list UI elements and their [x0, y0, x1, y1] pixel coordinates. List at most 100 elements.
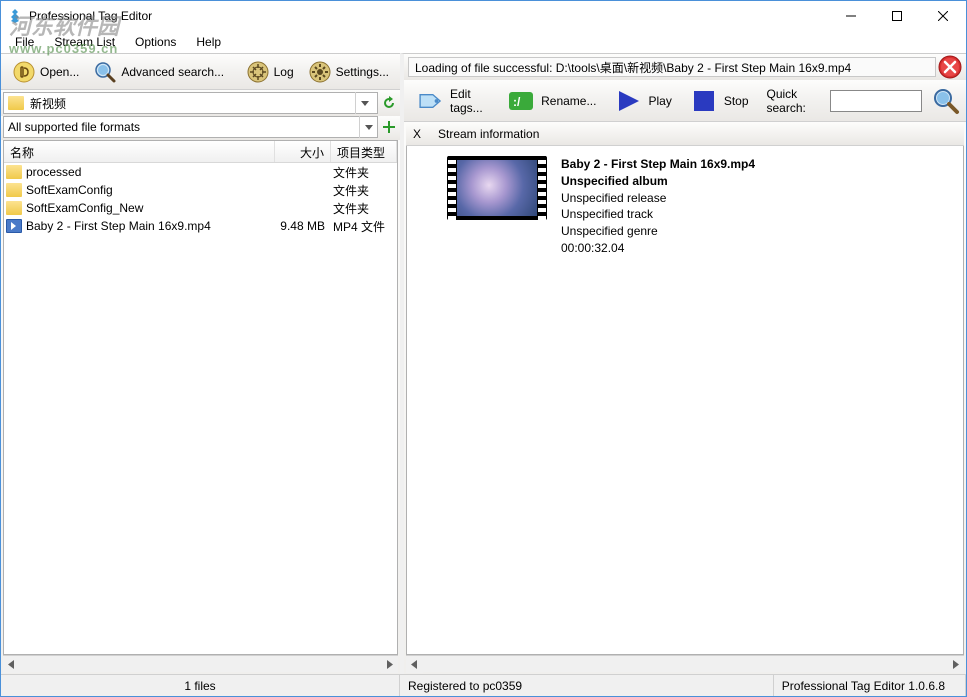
list-item[interactable]: Baby 2 - First Step Main 16x9.mp49.48 MB…	[4, 217, 397, 235]
filter-dropdown[interactable]: All supported file formats	[3, 116, 378, 138]
media-thumbnail	[447, 156, 547, 220]
horizontal-scrollbar[interactable]	[3, 655, 398, 672]
right-panel: Loading of file successful: D:\tools\桌面\…	[400, 53, 966, 674]
maximize-button[interactable]	[874, 1, 920, 31]
open-label: Open...	[40, 65, 79, 79]
stream-title: Stream information	[428, 127, 539, 141]
settings-icon	[308, 60, 332, 84]
folder-icon	[6, 165, 22, 179]
menu-help[interactable]: Help	[188, 33, 229, 51]
menu-options[interactable]: Options	[127, 33, 184, 51]
horizontal-scrollbar-right[interactable]	[406, 655, 964, 672]
folder-icon	[6, 201, 22, 215]
file-type: 文件夹	[329, 164, 395, 181]
status-file-count: 1 files	[1, 675, 400, 696]
open-button[interactable]: Open...	[6, 57, 85, 87]
path-row: 新视频	[1, 90, 400, 116]
rename-button[interactable]: :/ Rename...	[499, 84, 604, 118]
log-label: Log	[274, 65, 294, 79]
log-icon	[246, 60, 270, 84]
search-button[interactable]	[932, 87, 960, 115]
svg-text::/: :/	[513, 95, 521, 109]
path-input[interactable]: 新视频	[3, 92, 378, 114]
edit-tags-button[interactable]: Edit tags...	[410, 84, 497, 118]
rename-label: Rename...	[541, 94, 596, 108]
media-track: Unspecified track	[561, 206, 755, 223]
filter-dropdown-arrow[interactable]	[359, 116, 377, 138]
media-duration: 00:00:32.04	[561, 240, 755, 257]
filter-label: All supported file formats	[4, 120, 359, 134]
status-message: Loading of file successful: D:\tools\桌面\…	[408, 57, 936, 77]
scroll-right-button[interactable]	[381, 656, 398, 673]
window-title: Professional Tag Editor	[29, 9, 828, 23]
app-icon	[7, 8, 23, 24]
refresh-button[interactable]	[380, 93, 398, 113]
stop-button[interactable]: Stop	[682, 84, 757, 118]
file-name: Baby 2 - First Step Main 16x9.mp4	[26, 219, 273, 233]
file-name: processed	[26, 165, 273, 179]
rename-icon: :/	[507, 87, 535, 115]
list-item[interactable]: processed 文件夹	[4, 163, 397, 181]
advanced-search-label: Advanced search...	[121, 65, 224, 79]
add-button[interactable]	[380, 117, 398, 137]
column-type[interactable]: 项目类型	[331, 141, 397, 162]
file-name: SoftExamConfig	[26, 183, 273, 197]
edit-tags-label: Edit tags...	[450, 87, 489, 115]
scroll-right-button-right[interactable]	[947, 656, 964, 673]
filter-row-wrap: All supported file formats	[1, 116, 400, 140]
media-album: Unspecified album	[561, 173, 755, 190]
file-type: 文件夹	[329, 200, 395, 217]
stream-body: Baby 2 - First Step Main 16x9.mp4 Unspec…	[406, 146, 964, 655]
file-type: MP4 文件	[329, 218, 395, 235]
status-version: Professional Tag Editor 1.0.6.8	[774, 675, 966, 696]
media-item[interactable]: Baby 2 - First Step Main 16x9.mp4 Unspec…	[447, 156, 953, 257]
file-size: 9.48 MB	[273, 219, 329, 233]
play-label: Play	[648, 94, 671, 108]
close-status-icon[interactable]	[938, 55, 962, 79]
video-file-icon	[6, 219, 22, 233]
menubar: File Stream List Options Help	[1, 31, 966, 53]
close-button[interactable]	[920, 1, 966, 31]
stop-label: Stop	[724, 94, 749, 108]
minimize-button[interactable]	[828, 1, 874, 31]
stream-header: X Stream information	[406, 122, 964, 146]
quick-search-label: Quick search:	[767, 87, 825, 115]
menu-stream-list[interactable]: Stream List	[46, 33, 123, 51]
path-dropdown-arrow[interactable]	[355, 92, 373, 114]
advanced-search-button[interactable]: Advanced search...	[87, 57, 230, 87]
media-release: Unspecified release	[561, 190, 755, 207]
folder-icon	[6, 183, 22, 197]
folder-icon	[8, 96, 24, 110]
column-size[interactable]: 大小	[275, 141, 331, 162]
close-stream-button[interactable]: X	[406, 127, 428, 141]
scroll-left-button-right[interactable]	[406, 656, 423, 673]
quick-search-input[interactable]	[830, 90, 922, 112]
settings-button[interactable]: Settings...	[302, 57, 395, 87]
open-icon	[12, 60, 36, 84]
path-text: 新视频	[30, 95, 66, 112]
media-info: Baby 2 - First Step Main 16x9.mp4 Unspec…	[561, 156, 755, 257]
column-name[interactable]: 名称	[4, 141, 275, 162]
play-icon	[614, 87, 642, 115]
file-type: 文件夹	[329, 182, 395, 199]
left-toolbar: Open... Advanced search... Log Settings.	[1, 54, 400, 90]
search-icon	[93, 60, 117, 84]
play-button[interactable]: Play	[606, 84, 679, 118]
titlebar: Professional Tag Editor	[1, 1, 966, 31]
list-header: 名称 大小 项目类型	[4, 141, 397, 163]
menu-file[interactable]: File	[7, 33, 42, 51]
stop-icon	[690, 87, 718, 115]
list-item[interactable]: SoftExamConfig 文件夹	[4, 181, 397, 199]
file-name: SoftExamConfig_New	[26, 201, 273, 215]
action-toolbar: Edit tags... :/ Rename... Play Stop	[404, 80, 966, 122]
media-filename: Baby 2 - First Step Main 16x9.mp4	[561, 156, 755, 173]
scroll-left-button[interactable]	[3, 656, 20, 673]
tag-icon	[418, 87, 444, 115]
status-registered: Registered to pc0359	[400, 675, 774, 696]
file-list[interactable]: 名称 大小 项目类型 processed 文件夹 SoftExamConfig 文件夹…	[3, 140, 398, 655]
status-row: Loading of file successful: D:\tools\桌面\…	[404, 54, 966, 80]
log-button[interactable]: Log	[240, 57, 300, 87]
media-genre: Unspecified genre	[561, 223, 755, 240]
settings-label: Settings...	[336, 65, 389, 79]
list-item[interactable]: SoftExamConfig_New 文件夹	[4, 199, 397, 217]
